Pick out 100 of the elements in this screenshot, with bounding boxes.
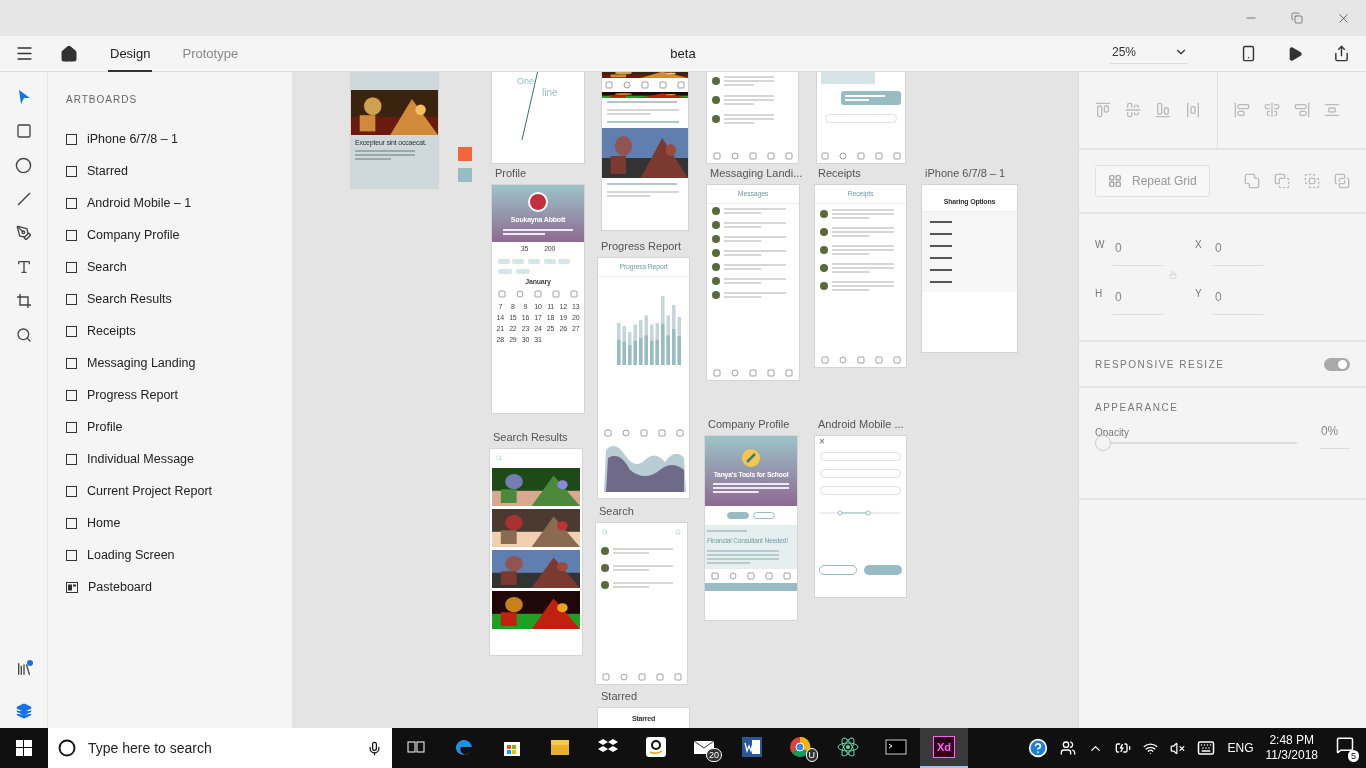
- clock[interactable]: 2:48 PM 11/3/2018: [1265, 733, 1318, 763]
- color-swatch[interactable]: [458, 147, 472, 161]
- pen-tool-icon[interactable]: [15, 225, 32, 241]
- avatar-icon: [601, 547, 609, 555]
- star-icon[interactable]: [675, 529, 681, 535]
- placeholder-text-drawing: [607, 109, 679, 115]
- layer-item[interactable]: iPhone 6/7/8 – 1: [87, 132, 179, 146]
- placeholder-text-drawing: [724, 95, 774, 105]
- avatar-icon: [528, 192, 548, 213]
- layer-item[interactable]: Pasteboard: [88, 580, 152, 594]
- help-icon[interactable]: [1028, 738, 1049, 758]
- battery-icon[interactable]: [1115, 740, 1132, 756]
- artboard-icon: [66, 485, 77, 497]
- placeholder-text-drawing: [724, 222, 786, 229]
- placeholder-text-drawing: [613, 565, 673, 571]
- artboard-title[interactable]: Profile: [492, 167, 584, 185]
- ellipse-tool-icon[interactable]: [15, 156, 32, 174]
- play-icon[interactable]: [1287, 45, 1303, 62]
- artboard-title[interactable]: Starred: [598, 690, 689, 708]
- placeholder-text-drawing: [724, 292, 786, 299]
- layer-item[interactable]: Starred: [87, 164, 128, 178]
- placeholder-text-drawing: [845, 95, 885, 101]
- field-label: W: [1095, 239, 1106, 252]
- home-icon[interactable]: [60, 44, 78, 63]
- line-tool-icon[interactable]: [15, 191, 32, 207]
- avatar-icon: [712, 77, 720, 85]
- share-icon[interactable]: [1333, 45, 1350, 62]
- menu-icon[interactable]: [15, 44, 34, 63]
- avatar-icon: [712, 96, 720, 104]
- wifi-icon[interactable]: [1143, 740, 1159, 756]
- placeholder-text-drawing: [724, 236, 786, 243]
- artboard-icon: [66, 197, 77, 209]
- zoom-dropdown[interactable]: 25%: [1110, 43, 1188, 64]
- artboard[interactable]: [490, 449, 582, 655]
- layer-item[interactable]: Messaging Landing: [87, 356, 196, 370]
- document-title: beta: [670, 46, 696, 61]
- placeholder-text-drawing: [832, 245, 894, 256]
- artboard-icon: [66, 165, 77, 177]
- artboard[interactable]: ×: [815, 436, 906, 597]
- artboard-tool-icon[interactable]: [15, 293, 32, 309]
- artboard-title[interactable]: Progress Report: [598, 240, 689, 258]
- layer-item[interactable]: Company Profile: [87, 228, 180, 242]
- layer-item[interactable]: Profile: [87, 420, 123, 434]
- placeholder-text-drawing: [707, 549, 779, 564]
- layer-item[interactable]: Loading Screen: [87, 548, 175, 562]
- artboard-title[interactable]: iPhone 6/7/8 – 1: [922, 167, 1017, 185]
- artboard-title[interactable]: Search: [596, 505, 687, 523]
- people-icon[interactable]: [1060, 740, 1077, 756]
- layer-item[interactable]: Android Mobile – 1: [87, 196, 192, 210]
- layer-item[interactable]: Receipts: [87, 324, 136, 338]
- taskbar-search-bar[interactable]: Type here to search: [48, 728, 392, 768]
- notification-icon: [1336, 736, 1354, 754]
- volume-muted-icon[interactable]: [1170, 740, 1186, 756]
- zoom-tool-icon[interactable]: [15, 327, 32, 343]
- search-field[interactable]: Type here to search: [86, 736, 357, 760]
- artboard-title[interactable]: Company Profile: [705, 418, 797, 436]
- layer-item[interactable]: Home: [87, 516, 121, 530]
- layer-item[interactable]: Search: [87, 260, 127, 274]
- avatar-icon: [601, 564, 609, 572]
- placeholder-text-drawing: [724, 278, 786, 285]
- layers-icon[interactable]: [15, 703, 32, 719]
- artboard-icon: [66, 421, 77, 433]
- artboard-title[interactable]: Receipts: [815, 167, 906, 185]
- artboard-title[interactable]: Android Mobile ...: [815, 418, 906, 436]
- placeholder-text-drawing: [613, 548, 673, 554]
- layer-item[interactable]: Search Results: [87, 292, 172, 306]
- artboard[interactable]: [602, 72, 688, 230]
- language-indicator[interactable]: ENG: [1227, 741, 1254, 755]
- keyboard-icon[interactable]: [1197, 739, 1216, 757]
- layer-item[interactable]: Current Project Report: [87, 484, 213, 498]
- assets-icon[interactable]: [15, 661, 32, 677]
- pencil-icon: [742, 449, 760, 468]
- placeholder-text-drawing: [930, 257, 952, 260]
- artboard-icon: [66, 133, 77, 145]
- notifications-button[interactable]: 5: [1330, 733, 1360, 763]
- panel-heading: ARTBOARDS: [66, 94, 139, 105]
- layer-item[interactable]: Individual Message: [87, 452, 194, 466]
- placeholder-text-drawing: [613, 582, 673, 588]
- device-preview-icon[interactable]: [1240, 45, 1257, 62]
- artboard-icon: [66, 453, 77, 465]
- close-icon[interactable]: ×: [819, 436, 825, 448]
- artboard-title[interactable]: Messaging Landi...: [707, 167, 803, 185]
- responsive-toggle[interactable]: [1324, 357, 1350, 371]
- rectangle-tool-icon[interactable]: [15, 123, 32, 139]
- select-tool-icon[interactable]: [16, 89, 31, 105]
- windows-start-icon[interactable]: [16, 740, 32, 756]
- cortana-circle-icon[interactable]: [58, 739, 76, 757]
- xd-taskbar-icon[interactable]: Xd: [920, 728, 968, 768]
- artboard-icon: [66, 325, 77, 337]
- text-tool-icon[interactable]: [15, 259, 32, 275]
- layer-item[interactable]: Progress Report: [87, 388, 178, 402]
- restore-icon[interactable]: [1291, 12, 1303, 24]
- logo-text: One: [517, 76, 534, 86]
- logo-text: line: [542, 87, 558, 98]
- artboard-icon: [66, 549, 77, 561]
- microphone-icon[interactable]: [367, 740, 382, 756]
- placeholder-text-drawing: [724, 264, 786, 271]
- placeholder-text-drawing: [832, 263, 894, 274]
- color-swatch[interactable]: [458, 168, 472, 182]
- artboard-title[interactable]: Search Results: [490, 431, 582, 449]
